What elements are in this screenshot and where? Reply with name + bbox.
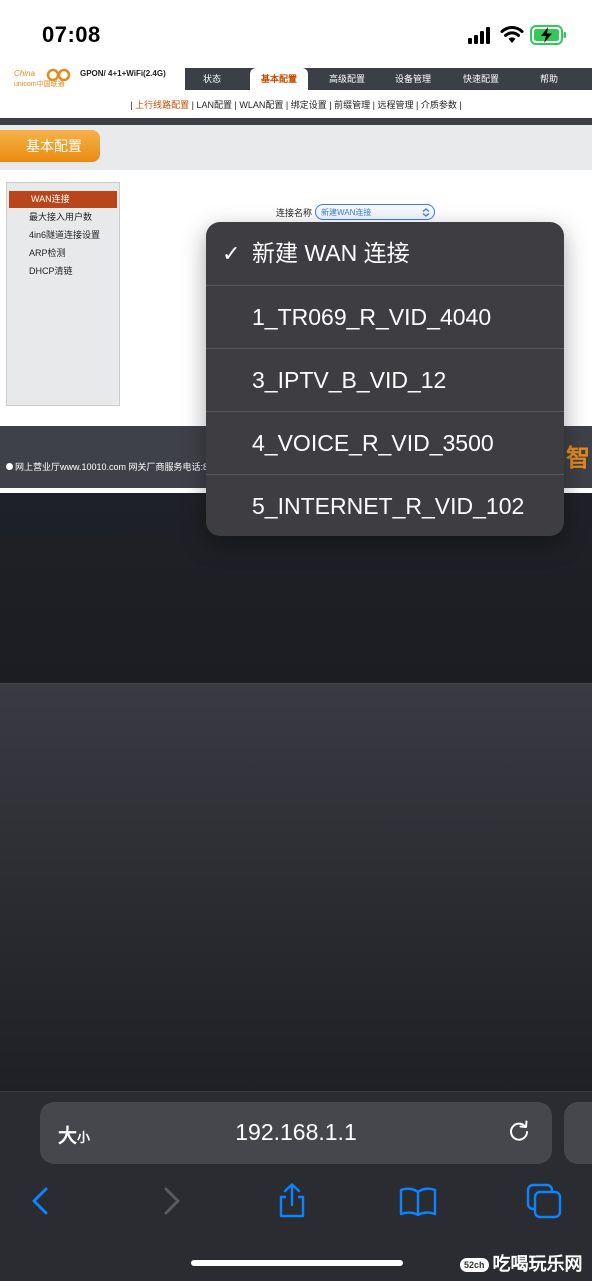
url-text[interactable]: 192.168.1.1 bbox=[196, 1119, 396, 1146]
battery-charging-icon bbox=[530, 25, 566, 45]
share-icon[interactable] bbox=[272, 1181, 312, 1221]
next-tab-address-bar[interactable] bbox=[564, 1102, 592, 1164]
connection-name-label: 连接名称 bbox=[276, 208, 313, 218]
connection-name-select[interactable]: 新建WAN连接 bbox=[315, 204, 435, 220]
connection-select-value: 新建WAN连接 bbox=[321, 208, 372, 217]
bookmarks-icon[interactable] bbox=[398, 1181, 438, 1221]
watermark-badge: 52ch bbox=[460, 1258, 489, 1273]
wifi-icon bbox=[500, 26, 524, 43]
logo-text-china: China bbox=[14, 69, 35, 78]
select-chevron-icon bbox=[422, 208, 430, 217]
subnav-remote-management[interactable]: 远程管理 bbox=[377, 100, 413, 110]
tab-help[interactable]: 帮助 bbox=[526, 68, 572, 90]
home-indicator bbox=[191, 1260, 403, 1266]
footer-bullet-icon bbox=[6, 463, 13, 470]
checkmark-icon: ✓ bbox=[222, 241, 241, 266]
option-label: 3_IPTV_B_VID_12 bbox=[252, 367, 447, 393]
option-label: 4_VOICE_R_VID_3500 bbox=[252, 430, 494, 456]
section-title-tab: 基本配置 bbox=[0, 130, 100, 162]
status-time: 07:08 bbox=[42, 22, 101, 47]
divider-bar bbox=[0, 118, 592, 125]
tabs-icon[interactable] bbox=[524, 1181, 564, 1221]
reload-icon[interactable] bbox=[506, 1118, 532, 1146]
dropdown-option-new-wan[interactable]: ✓ 新建 WAN 连接 bbox=[206, 222, 564, 285]
back-icon[interactable] bbox=[22, 1181, 62, 1221]
dropdown-option-tr069[interactable]: 1_TR069_R_VID_4040 bbox=[206, 285, 564, 348]
subnav-prefix-management[interactable]: 前缀管理 bbox=[334, 100, 370, 110]
option-label: 5_INTERNET_R_VID_102 bbox=[252, 493, 525, 519]
subnav-media-params[interactable]: 介质参数 bbox=[421, 100, 457, 110]
tab-advanced-config[interactable]: 高级配置 bbox=[318, 68, 376, 90]
side-item-max-users[interactable]: 最大接入用户数 bbox=[7, 209, 119, 226]
unicom-logo: China unicom中国联通 GPON/ 4+1+WiFi(2.4G) bbox=[0, 68, 185, 90]
device-model: GPON/ 4+1+WiFi(2.4G) bbox=[80, 69, 166, 78]
tab-quick-config[interactable]: 快速配置 bbox=[452, 68, 510, 90]
dropdown-option-iptv[interactable]: 3_IPTV_B_VID_12 bbox=[206, 348, 564, 411]
text-size-big: 大 bbox=[58, 1126, 78, 1147]
sub-navigation: | 上行线路配置 | LAN配置 | WLAN配置 | 绑定设置 | 前缀管理 … bbox=[0, 90, 592, 118]
text-size-small: 小 bbox=[77, 1130, 91, 1145]
subnav-wlan-config[interactable]: WLAN配置 bbox=[239, 100, 283, 110]
side-item-4in6-tunnel[interactable]: 4in6隧道连接设置 bbox=[7, 227, 119, 244]
footer-text: 网上营业厅www.10010.com 网关厂商服务电话:80 bbox=[6, 460, 213, 473]
watermark-text: 吃喝玩乐网 bbox=[492, 1254, 583, 1274]
footer-brand: 智 bbox=[566, 445, 590, 472]
footer-info: 网上营业厅www.10010.com 网关厂商服务电话:80 bbox=[15, 462, 214, 472]
select-dropdown-menu: ✓ 新建 WAN 连接 1_TR069_R_VID_4040 3_IPTV_B_… bbox=[206, 222, 564, 536]
side-menu: WAN连接 最大接入用户数 4in6隧道连接设置 ARP检测 DHCP清链 bbox=[6, 182, 120, 406]
dimmed-background bbox=[0, 683, 592, 1092]
watermark: 52ch 吃喝玩乐网 bbox=[460, 1250, 583, 1276]
subnav-uplink-config[interactable]: 上行线路配置 bbox=[135, 100, 189, 110]
option-label: 新建 WAN 连接 bbox=[252, 240, 410, 266]
text-size-button[interactable]: 大小 bbox=[58, 1121, 90, 1148]
unicom-knot-icon bbox=[46, 68, 71, 82]
dropdown-option-voice[interactable]: 4_VOICE_R_VID_3500 bbox=[206, 411, 564, 474]
top-navigation: China unicom中国联通 GPON/ 4+1+WiFi(2.4G) 状态… bbox=[0, 68, 592, 90]
tab-basic-config[interactable]: 基本配置 bbox=[250, 68, 308, 90]
forward-icon[interactable] bbox=[150, 1181, 190, 1221]
dropdown-option-internet[interactable]: 5_INTERNET_R_VID_102 bbox=[206, 474, 564, 536]
subnav-lan-config[interactable]: LAN配置 bbox=[197, 100, 233, 110]
subnav-binding-settings[interactable]: 绑定设置 bbox=[291, 100, 327, 110]
side-item-wan[interactable]: WAN连接 bbox=[9, 191, 117, 208]
signal-icon bbox=[468, 26, 492, 44]
tab-status[interactable]: 状态 bbox=[188, 68, 236, 90]
status-bar: 07:08 bbox=[0, 0, 592, 68]
option-label: 1_TR069_R_VID_4040 bbox=[252, 304, 492, 330]
tab-device-management[interactable]: 设备管理 bbox=[384, 68, 442, 90]
side-item-dhcp[interactable]: DHCP清链 bbox=[7, 263, 119, 280]
side-item-arp[interactable]: ARP检测 bbox=[7, 245, 119, 262]
